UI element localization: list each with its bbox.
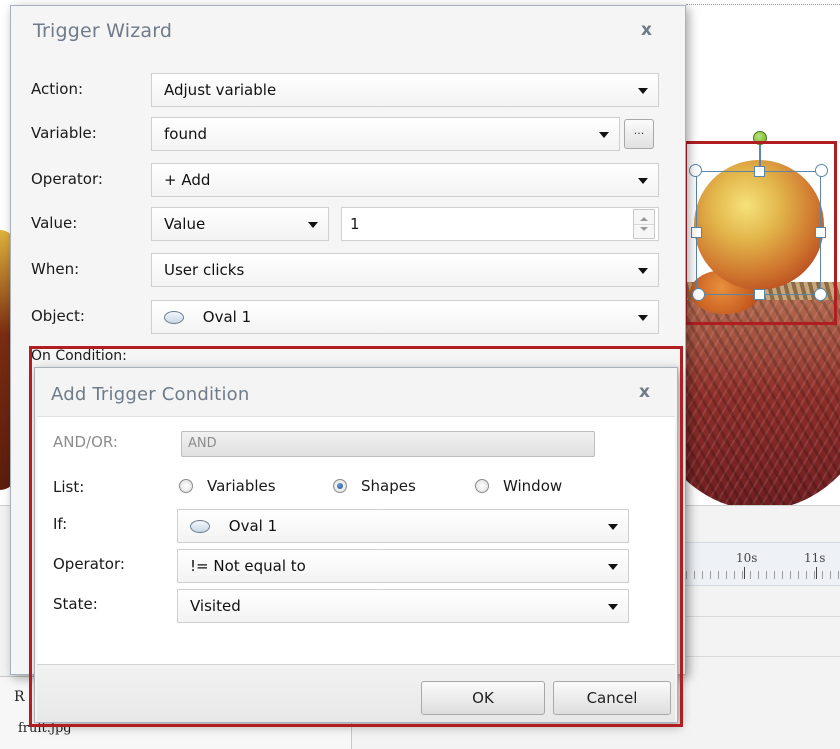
spin-down-icon[interactable] [640,227,648,231]
chevron-down-icon [599,132,609,138]
chevron-down-icon [638,315,648,321]
ruler-major-tick [816,567,817,579]
spinner-divider [634,224,654,225]
object-dropdown[interactable]: Oval 1 [151,300,659,334]
chevron-down-icon [638,178,648,184]
operator-dropdown[interactable]: + Add [151,163,659,197]
variable-dropdown[interactable]: found [151,117,620,151]
value-number-input[interactable]: 1 [341,207,659,241]
value-type-value: Value [164,215,206,233]
operator-label: Operator: [31,170,103,188]
oval-shape-icon [164,311,184,324]
ruler-tick-label: 11s [804,551,826,565]
action-dropdown[interactable]: Adjust variable [151,73,659,107]
timeline-row-divider [686,656,840,657]
variable-value: found [164,125,207,143]
timeline-ruler[interactable]: 10s 11s [686,542,840,586]
close-icon[interactable]: x [641,20,652,40]
resources-header[interactable]: R [14,689,25,705]
value-spinner[interactable] [633,209,655,239]
highlight-frame-condition [29,346,683,727]
timeline-row-divider [686,616,840,617]
ruler-major-tick [744,567,745,579]
operator-value: + Add [164,171,211,189]
chevron-down-icon [638,88,648,94]
value-type-dropdown[interactable]: Value [151,207,329,241]
when-label: When: [31,260,80,278]
dialog-title: Trigger Wizard [33,20,173,42]
object-label: Object: [31,307,85,325]
spin-up-icon[interactable] [640,217,648,221]
action-label: Action: [31,80,84,98]
value-label: Value: [31,214,78,232]
when-value: User clicks [164,261,245,279]
ruler-tick-label: 10s [736,551,758,565]
value-number: 1 [350,215,360,233]
object-value: Oval 1 [202,308,252,326]
highlight-frame-oval [684,141,837,325]
chevron-down-icon [638,268,648,274]
action-value: Adjust variable [164,81,277,99]
when-dropdown[interactable]: User clicks [151,253,659,287]
browse-variables-button[interactable]: ... [624,119,654,149]
variable-label: Variable: [31,124,97,142]
chevron-down-icon [308,222,318,228]
